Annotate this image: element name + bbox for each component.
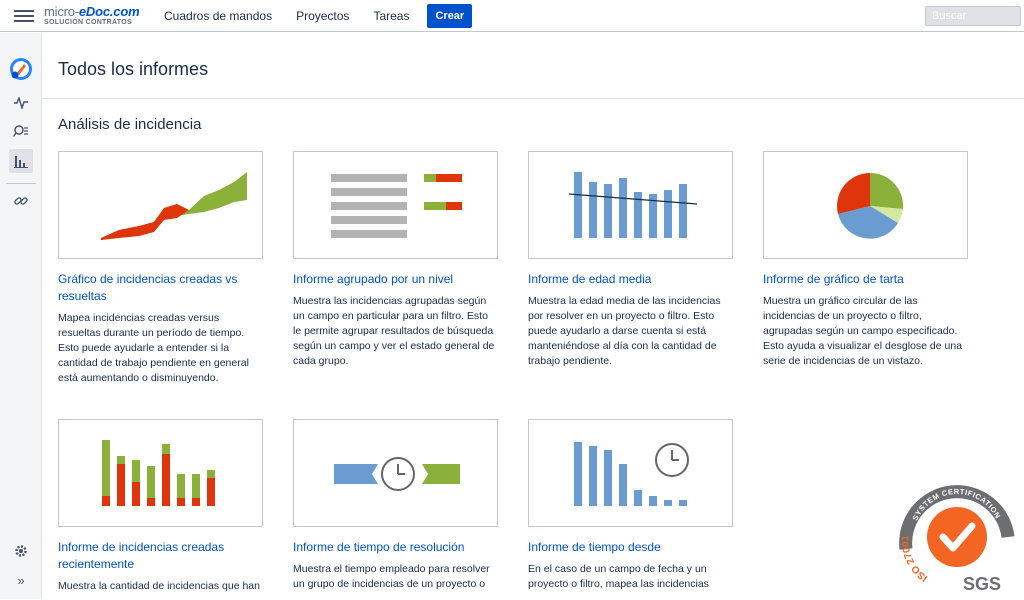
report-title[interactable]: Informe de tiempo de resolución — [293, 539, 498, 556]
report-title[interactable]: Informe de incidencias creadas recientem… — [58, 539, 263, 573]
expand-sidebar-icon[interactable]: » — [11, 570, 31, 590]
recently-created-chart-icon[interactable] — [58, 419, 263, 527]
page-header: Todos los informes — [42, 33, 1024, 99]
average-age-chart-icon[interactable] — [528, 151, 733, 259]
main-content: Todos los informes Análisis de incidenci… — [42, 33, 1024, 599]
logo-main-text: micro- — [44, 4, 79, 19]
project-sidebar: » — [0, 33, 42, 599]
app-logo[interactable]: micro-eDoc.com SOLUCIÓN CONTRATOS — [44, 5, 144, 26]
section-title: Análisis de incidencia — [58, 116, 202, 133]
report-description: Muestra el tiempo empleado para resolver… — [293, 563, 490, 590]
grouped-list-chart-icon[interactable] — [293, 151, 498, 259]
nav-projects[interactable]: Proyectos — [296, 9, 349, 23]
settings-gear-icon[interactable] — [11, 541, 31, 561]
svg-text:ISO 27001: ISO 27001 — [900, 535, 930, 584]
report-title[interactable]: Informe de gráfico de tarta — [763, 271, 968, 288]
report-title[interactable]: Informe de tiempo desde — [528, 539, 733, 556]
reports-icon[interactable] — [9, 149, 33, 173]
resolution-time-chart-icon[interactable] — [293, 419, 498, 527]
link-icon[interactable] — [11, 191, 31, 211]
create-button[interactable]: Crear — [427, 3, 473, 28]
time-since-chart-icon[interactable] — [528, 419, 733, 527]
report-title[interactable]: Informe de edad media — [528, 271, 733, 288]
seal-brand-text: SGS — [963, 574, 1001, 594]
pie-chart-icon[interactable] — [763, 151, 968, 259]
logo-subtitle: SOLUCIÓN CONTRATOS — [44, 19, 132, 26]
search-issues-icon[interactable] — [11, 121, 31, 141]
search-input[interactable] — [925, 6, 1021, 26]
report-title[interactable]: Gráfico de incidencias creadas vs resuel… — [58, 271, 263, 305]
iso-certification-seal: SYSTEM CERTIFICATION ISO 27001 SGS — [898, 477, 1016, 595]
report-description: Muestra la edad media de las incidencias… — [528, 295, 721, 367]
report-description: Mapea incidencias creadas versus resuelt… — [58, 312, 249, 384]
report-description: En el caso de un campo de fecha y un pro… — [528, 563, 709, 590]
sidebar-divider — [6, 183, 36, 184]
report-card: Informe de edad media Muestra la edad me… — [528, 151, 733, 369]
nav-dashboards[interactable]: Cuadros de mandos — [164, 9, 272, 23]
report-description: Muestra la cantidad de incidencias que h… — [58, 580, 260, 592]
page-title: Todos los informes — [58, 59, 209, 79]
top-navigation-bar: micro-eDoc.com SOLUCIÓN CONTRATOS Cuadro… — [0, 0, 1024, 32]
logo-brand-text: eDoc.com — [78, 4, 140, 19]
report-description: Muestra un gráfico circular de las incid… — [763, 295, 963, 367]
project-avatar-icon[interactable] — [9, 57, 33, 81]
activity-icon[interactable] — [11, 93, 31, 113]
report-card: Gráfico de incidencias creadas vs resuel… — [58, 151, 263, 386]
report-card: Informe de tiempo desde En el caso de un… — [528, 419, 733, 592]
report-card: Informe de gráfico de tarta Muestra un g… — [763, 151, 968, 369]
nav-issues[interactable]: Tareas — [373, 9, 409, 23]
created-vs-resolved-chart-icon[interactable] — [58, 151, 263, 259]
report-card: Informe agrupado por un nivel Muestra la… — [293, 151, 498, 369]
report-description: Muestra las incidencias agrupadas según … — [293, 295, 495, 367]
menu-icon[interactable] — [14, 7, 34, 25]
report-card: Informe de tiempo de resolución Muestra … — [293, 419, 498, 592]
report-card: Informe de incidencias creadas recientem… — [58, 419, 263, 594]
seal-iso-text: ISO 27001 — [900, 535, 930, 584]
report-title[interactable]: Informe agrupado por un nivel — [293, 271, 498, 288]
